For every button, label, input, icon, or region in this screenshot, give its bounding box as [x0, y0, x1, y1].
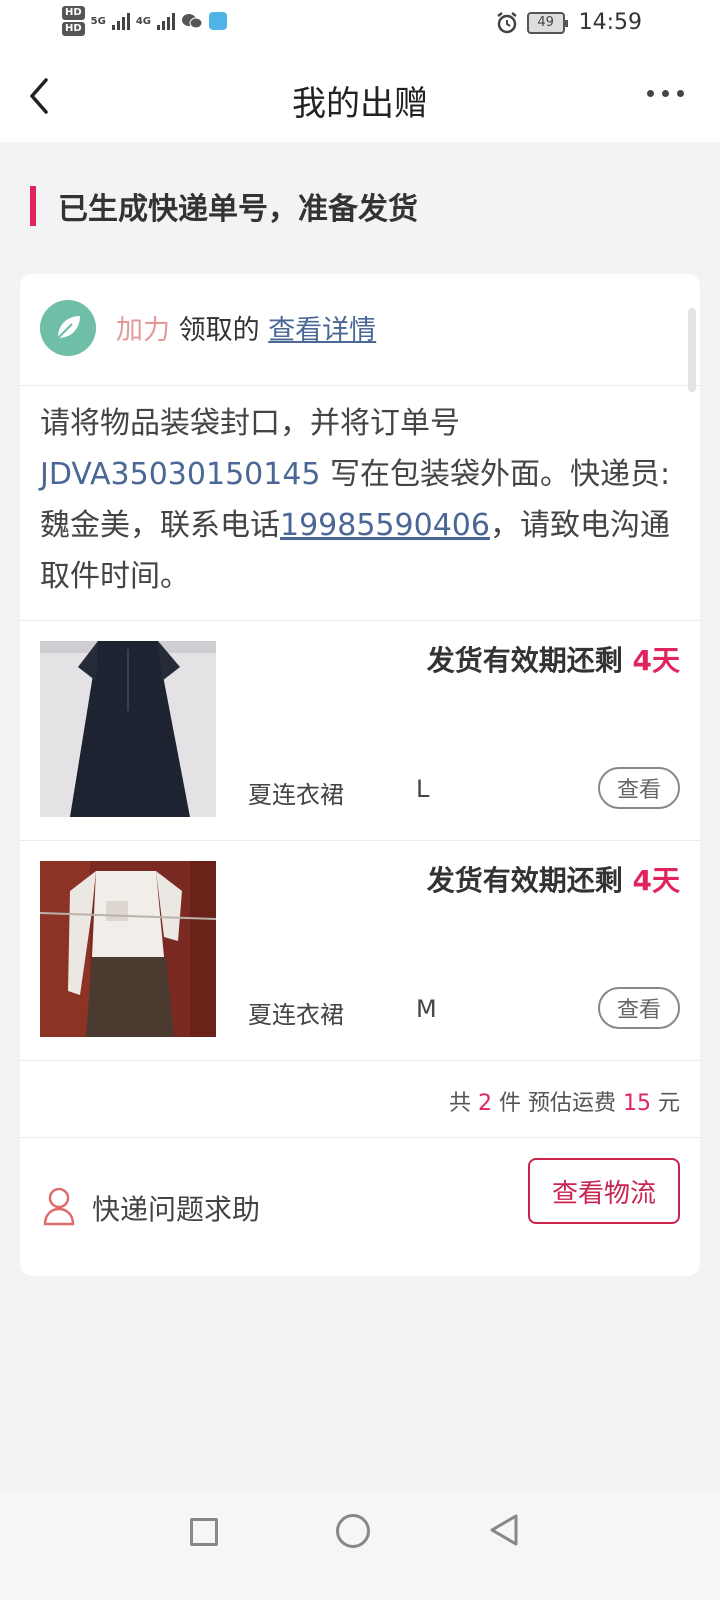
- giver-row: 加力 领取的 查看详情: [20, 274, 700, 386]
- shipping-notice: 请将物品装袋封口，并将订单号 JDVA35030150145 写在包装袋外面。快…: [40, 398, 680, 602]
- hd-badges: HD HD: [62, 6, 85, 36]
- view-details-link[interactable]: 查看详情: [268, 315, 376, 346]
- item-image: [40, 861, 216, 1037]
- item-name: 夏连衣裙: [248, 1001, 344, 1029]
- deadline-days: 4天: [632, 864, 680, 897]
- recent-apps-icon[interactable]: [190, 1518, 218, 1546]
- view-item-button[interactable]: 查看: [598, 767, 680, 809]
- shipping-fee: 15: [623, 1091, 651, 1116]
- status-right: 49 14:59: [495, 10, 642, 35]
- list-item: 发货有效期还剩 4天 夏连衣裙 M 查看: [20, 840, 700, 1060]
- order-status-heading: 已生成快递单号，准备发货: [30, 184, 418, 228]
- notice-text-1: 请将物品装袋封口，并将订单号: [40, 406, 460, 441]
- ship-deadline: 发货有效期还剩 4天: [427, 859, 680, 899]
- order-summary: 共 2 件 预估运费 15 元: [20, 1060, 700, 1138]
- accent-bar: [30, 186, 36, 226]
- alarm-icon: [496, 11, 517, 33]
- status-left: HD HD 5G 4G: [62, 6, 228, 36]
- hd-badge-top: HD: [62, 6, 85, 20]
- deadline-prefix: 发货有效期还剩: [426, 864, 633, 897]
- giver-suffix: 领取的: [178, 315, 260, 346]
- list-item: 发货有效期还剩 4天 夏连衣裙 L 查看: [20, 620, 700, 840]
- summary-part: 共: [449, 1091, 479, 1116]
- item-image: [40, 641, 216, 817]
- summary-part: 件 预估运费: [492, 1091, 623, 1116]
- order-status-text: 已生成快递单号，准备发货: [58, 192, 418, 227]
- wechat-icon: [182, 14, 203, 29]
- order-card: 加力 领取的 查看详情 请将物品装袋封口，并将订单号 JDVA350301501…: [20, 274, 700, 1276]
- view-item-button[interactable]: 查看: [598, 987, 680, 1029]
- avatar: [40, 300, 96, 356]
- scrollbar[interactable]: [688, 308, 696, 392]
- summary-text: 共 2 件 预估运费 15 元: [449, 1085, 680, 1117]
- item-count: 2: [478, 1091, 493, 1116]
- battery-icon: 49: [526, 11, 568, 34]
- signal-icon: [111, 12, 130, 30]
- courier-help-link[interactable]: 快递问题求助: [92, 1188, 260, 1228]
- signal-icon: [157, 12, 176, 30]
- system-nav-bar: [0, 1490, 720, 1600]
- item-name: 夏连衣裙: [248, 781, 344, 809]
- view-logistics-button[interactable]: 查看物流: [528, 1158, 680, 1224]
- courier-phone-link[interactable]: 19985590406: [280, 508, 490, 543]
- page-title: 我的出赠: [292, 84, 428, 124]
- ship-deadline: 发货有效期还剩 4天: [427, 639, 680, 679]
- item-size: M: [416, 995, 437, 1023]
- deadline-days: 4天: [632, 644, 680, 677]
- deadline-prefix: 发货有效期还剩: [426, 644, 633, 677]
- item-size: L: [416, 775, 430, 803]
- clock-time: 14:59: [578, 10, 642, 35]
- hd-badge-bottom: HD: [62, 22, 85, 36]
- status-bar: HD HD 5G 4G 49 14:59: [0, 0, 720, 48]
- help-row: 快递问题求助 查看物流: [20, 1138, 700, 1276]
- app-icon: [209, 12, 228, 30]
- summary-part: 元: [651, 1091, 680, 1116]
- giver-name: 加力: [116, 315, 170, 346]
- more-icon[interactable]: [647, 90, 684, 97]
- giver-line: 加力 领取的 查看详情: [116, 308, 376, 347]
- back-triangle-icon[interactable]: [488, 1512, 520, 1548]
- nav-bar: 我的出赠: [0, 48, 720, 142]
- person-icon[interactable]: [42, 1186, 76, 1226]
- leaf-icon: [57, 316, 80, 339]
- order-number: JDVA35030150145: [40, 457, 321, 492]
- home-icon[interactable]: [336, 1514, 370, 1548]
- signal-2-label: 4G: [135, 15, 152, 27]
- signal-1-label: 5G: [90, 15, 106, 27]
